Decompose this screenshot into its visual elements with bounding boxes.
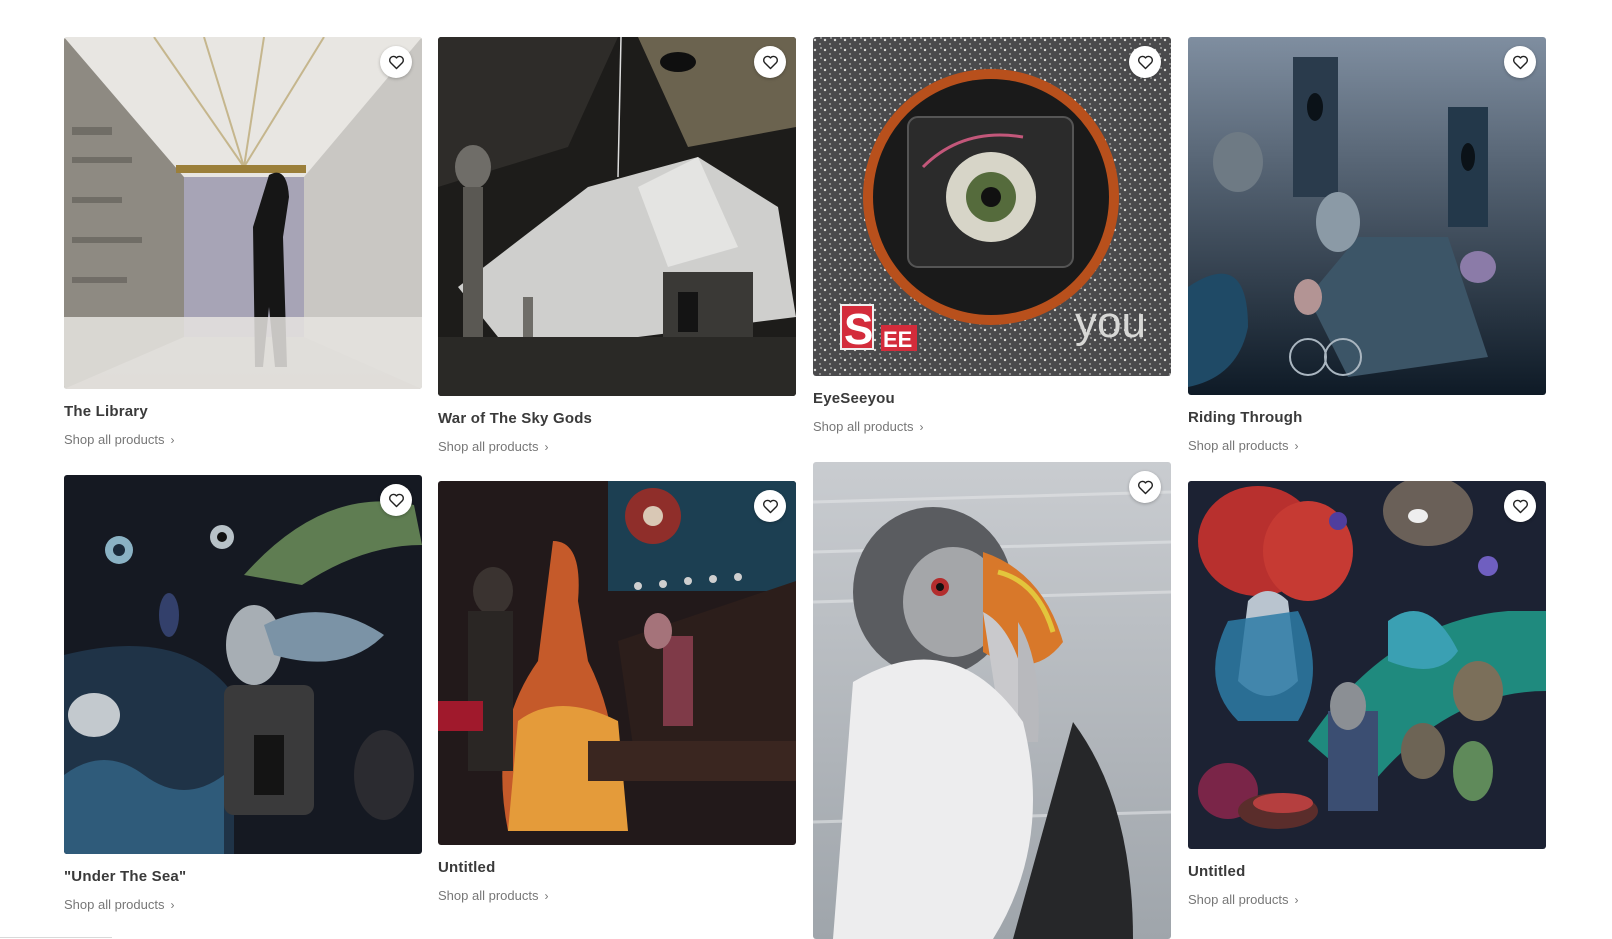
artwork-painting	[438, 481, 796, 845]
product-card[interactable]: War of The Sky Gods Shop all products ›	[438, 37, 796, 456]
product-title[interactable]: "Under The Sea"	[64, 868, 422, 885]
shop-all-link[interactable]: Shop all products ›	[813, 419, 923, 434]
favorite-button[interactable]	[1504, 46, 1536, 78]
favorite-button[interactable]	[754, 46, 786, 78]
shop-all-label[interactable]: Shop all products	[438, 888, 538, 903]
heart-outline-icon	[1512, 55, 1528, 69]
heart-outline-icon	[388, 493, 404, 507]
product-title[interactable]: Untitled	[1188, 863, 1546, 880]
artwork-painting	[1188, 481, 1546, 849]
artwork-painting	[64, 37, 422, 389]
artwork-image[interactable]	[1188, 481, 1546, 849]
product-title[interactable]: War of The Sky Gods	[438, 410, 796, 427]
chevron-right-icon: ›	[170, 432, 175, 447]
heart-outline-icon	[1137, 55, 1153, 69]
product-card[interactable]: Riding Through Shop all products ›	[1188, 37, 1546, 455]
shop-all-label[interactable]: Shop all products	[813, 419, 913, 434]
artwork-letters-ee: EE	[883, 327, 912, 352]
artwork-painting	[438, 37, 796, 396]
artwork-image[interactable]	[64, 475, 422, 854]
chevron-right-icon: ›	[1294, 892, 1299, 907]
shop-all-label[interactable]: Shop all products	[1188, 438, 1288, 453]
artwork-image[interactable]	[438, 37, 796, 396]
product-title[interactable]: Riding Through	[1188, 409, 1546, 426]
shop-all-label[interactable]: Shop all products	[64, 897, 164, 912]
shop-all-link[interactable]: Shop all products ›	[438, 439, 548, 454]
product-card[interactable]: Untitled Shop all products ›	[1188, 481, 1546, 909]
chevron-right-icon: ›	[544, 888, 549, 903]
artwork-painting	[1188, 37, 1546, 395]
chevron-right-icon: ›	[919, 419, 924, 434]
product-card[interactable]: The Library Shop all products ›	[64, 37, 422, 449]
shop-all-link[interactable]: Shop all products ›	[438, 888, 548, 903]
artwork-word-you: you	[1075, 298, 1146, 347]
artwork-image[interactable]	[1188, 37, 1546, 395]
favorite-button[interactable]	[1129, 471, 1161, 503]
shop-all-link[interactable]: Shop all products ›	[1188, 438, 1298, 453]
artwork-image[interactable]	[64, 37, 422, 389]
product-title[interactable]: Untitled	[438, 859, 796, 876]
favorite-button[interactable]	[1504, 490, 1536, 522]
chevron-right-icon: ›	[170, 897, 175, 912]
shop-all-label[interactable]: Shop all products	[438, 439, 538, 454]
artwork-letter-s: S	[844, 305, 873, 354]
product-card[interactable]: "Under The Sea" Shop all products ›	[64, 475, 422, 914]
shop-all-link[interactable]: Shop all products ›	[1188, 892, 1298, 907]
shop-all-link[interactable]: Shop all products ›	[64, 897, 174, 912]
heart-outline-icon	[388, 55, 404, 69]
artwork-painting	[813, 462, 1171, 939]
artwork-image[interactable]	[438, 481, 796, 845]
product-title[interactable]: The Library	[64, 403, 422, 420]
divider	[0, 937, 112, 938]
heart-outline-icon	[1512, 499, 1528, 513]
product-card[interactable]: Untitled Shop all products ›	[438, 481, 796, 905]
chevron-right-icon: ›	[1294, 438, 1299, 453]
product-card[interactable]: S EE you EyeSeeyou Shop all products ›	[813, 37, 1171, 436]
artwork-image[interactable]: S EE you	[813, 37, 1171, 376]
product-title[interactable]: EyeSeeyou	[813, 390, 1171, 407]
shop-all-label[interactable]: Shop all products	[1188, 892, 1288, 907]
heart-outline-icon	[762, 55, 778, 69]
heart-outline-icon	[762, 499, 778, 513]
shop-all-link[interactable]: Shop all products ›	[64, 432, 174, 447]
chevron-right-icon: ›	[544, 439, 549, 454]
favorite-button[interactable]	[380, 46, 412, 78]
shop-all-label[interactable]: Shop all products	[64, 432, 164, 447]
heart-outline-icon	[1137, 480, 1153, 494]
artwork-painting	[64, 475, 422, 854]
favorite-button[interactable]	[1129, 46, 1161, 78]
artwork-image[interactable]	[813, 462, 1171, 939]
product-card[interactable]	[813, 462, 1171, 939]
artwork-painting: S EE you	[813, 37, 1171, 376]
favorite-button[interactable]	[754, 490, 786, 522]
favorite-button[interactable]	[380, 484, 412, 516]
